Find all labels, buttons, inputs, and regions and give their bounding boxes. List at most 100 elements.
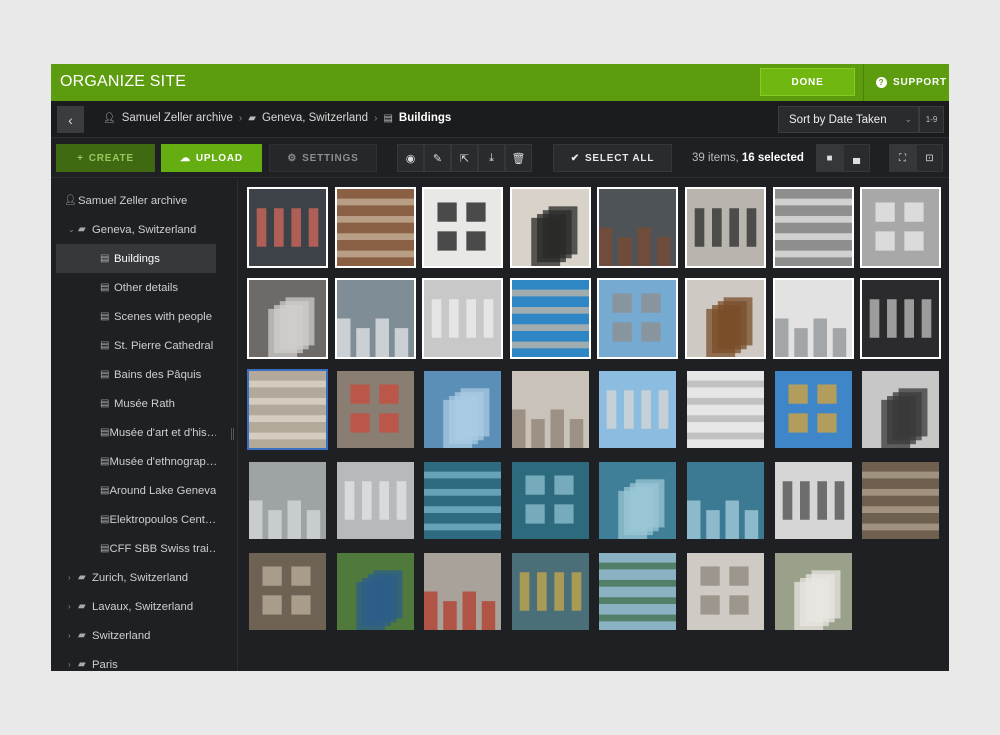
photo-thumbnail[interactable]	[597, 460, 679, 541]
sidebar-resize-handle[interactable]	[231, 428, 234, 440]
breadcrumb-item-geneva[interactable]: Geneva, Switzerland	[262, 112, 368, 124]
sidebar-item[interactable]: ▤ Scenes with people	[56, 302, 216, 331]
photo-thumbnail[interactable]	[685, 369, 766, 450]
photo-thumbnail[interactable]	[334, 551, 416, 632]
photo-thumbnail[interactable]	[422, 278, 504, 359]
sidebar-item[interactable]: ▤ Around Lake Geneva	[56, 476, 216, 505]
photo-thumbnail[interactable]	[597, 551, 679, 632]
sidebar-item[interactable]: ▤ Other details	[56, 273, 216, 302]
sidebar-item[interactable]: ▤ Bains des Pâquis	[56, 360, 216, 389]
photo-thumbnail[interactable]	[685, 278, 766, 359]
photo-thumbnail[interactable]	[422, 551, 504, 632]
photo-image	[599, 553, 677, 630]
photo-image	[249, 189, 326, 266]
photo-thumbnail[interactable]	[860, 278, 942, 359]
folder-icon: ▰	[78, 659, 86, 670]
gallery-icon: ▤	[383, 112, 393, 124]
photo-thumbnail[interactable]	[772, 551, 854, 632]
gallery-icon: ▤	[100, 543, 110, 554]
sidebar-item-label: Scenes with people	[114, 310, 212, 323]
done-button[interactable]: DONE	[760, 68, 855, 96]
settings-label: SETTINGS	[302, 152, 359, 164]
photo-thumbnail[interactable]	[509, 187, 591, 268]
chevron-down-icon[interactable]: ⌄	[68, 225, 78, 234]
photo-image	[424, 462, 502, 539]
photo-thumbnail[interactable]	[860, 187, 942, 268]
view-list-button[interactable]: ▄	[843, 144, 870, 172]
sort-select[interactable]: Sort by Date Taken ⌄	[778, 106, 919, 133]
edit-button[interactable]: ✎	[424, 144, 451, 172]
sidebar-item[interactable]: ▤ Elektropoulos Cent…	[56, 505, 216, 534]
photo-thumbnail[interactable]	[509, 460, 591, 541]
photo-thumbnail[interactable]	[247, 551, 328, 632]
photo-thumbnail[interactable]	[334, 460, 416, 541]
page-range[interactable]: 1-9	[919, 106, 944, 133]
sidebar-item-label: Elektropoulos Cent…	[109, 513, 216, 526]
sidebar-item[interactable]: ▤ Buildings	[56, 244, 216, 273]
photo-thumbnail[interactable]	[247, 187, 328, 268]
move-button[interactable]: ⇱	[451, 144, 478, 172]
photo-thumbnail[interactable]	[860, 460, 942, 541]
photo-thumbnail[interactable]	[772, 369, 854, 450]
visibility-button[interactable]: ◉	[397, 144, 424, 172]
chevron-right-icon[interactable]: ›	[68, 660, 78, 669]
chevron-right-icon[interactable]: ›	[68, 631, 78, 640]
sidebar-item[interactable]: › ▰ Lavaux, Switzerland	[56, 592, 216, 621]
photo-thumbnail[interactable]	[597, 187, 679, 268]
photo-thumbnail[interactable]	[597, 278, 679, 359]
create-label: CREATE	[88, 152, 134, 164]
photo-thumbnail[interactable]	[772, 278, 854, 359]
sidebar-item[interactable]: ▤ St. Pierre Cathedral	[56, 331, 216, 360]
upload-button[interactable]: ☁ UPLOAD	[161, 144, 262, 172]
sidebar-item[interactable]: › ▰ Zurich, Switzerland	[56, 563, 216, 592]
photo-thumbnail[interactable]	[509, 278, 591, 359]
view-grid-button[interactable]: ■	[816, 144, 843, 172]
sidebar-item[interactable]: ▤ Musée Rath	[56, 389, 216, 418]
photo-thumbnail[interactable]	[597, 369, 679, 450]
sidebar-item[interactable]: ▤ Musée d'ethnograp…	[56, 447, 216, 476]
photo-thumbnail[interactable]	[422, 187, 504, 268]
sidebar-item[interactable]: › ▰ Switzerland	[56, 621, 216, 650]
sidebar-item[interactable]: ▤ CFF SBB Swiss trai…	[56, 534, 216, 563]
photo-thumbnail[interactable]	[685, 187, 766, 268]
photo-image	[687, 371, 764, 448]
photo-thumbnail[interactable]	[247, 278, 328, 359]
photo-thumbnail[interactable]	[247, 369, 328, 450]
create-button[interactable]: + CREATE	[56, 144, 155, 172]
chevron-right-icon: ›	[374, 112, 378, 124]
photo-thumbnail[interactable]	[334, 369, 416, 450]
zoom-in-button[interactable]: ⛶	[889, 144, 916, 172]
sidebar-item[interactable]: ▤ Musée d'art et d'his…	[56, 418, 216, 447]
sidebar-item[interactable]: 👤︎ Samuel Zeller archive	[56, 186, 216, 215]
sidebar-item-label: Lavaux, Switzerland	[92, 600, 194, 613]
breadcrumb-item-archive[interactable]: Samuel Zeller archive	[122, 112, 233, 124]
select-all-button[interactable]: ✔ SELECT ALL	[553, 144, 672, 172]
wrench-icon: ✎	[432, 152, 443, 165]
photo-thumbnail[interactable]	[685, 460, 766, 541]
photo-thumbnail[interactable]	[247, 460, 328, 541]
chevron-right-icon[interactable]: ›	[68, 573, 78, 582]
chevron-right-icon[interactable]: ›	[68, 602, 78, 611]
folder-icon: ▰	[78, 601, 86, 612]
photo-thumbnail[interactable]	[422, 369, 504, 450]
photo-thumbnail[interactable]	[860, 369, 942, 450]
photo-thumbnail[interactable]	[422, 460, 504, 541]
sidebar-item[interactable]: ⌄ ▰ Geneva, Switzerland	[56, 215, 216, 244]
download-button[interactable]: ⤓	[478, 144, 505, 172]
support-button[interactable]: ? SUPPORT	[863, 64, 949, 101]
photo-image	[336, 280, 414, 357]
settings-button[interactable]: ⚙ SETTINGS	[269, 144, 377, 172]
photo-thumbnail[interactable]	[772, 460, 854, 541]
sidebar-item[interactable]: › ▰ Paris	[56, 650, 216, 671]
delete-button[interactable]: 🗑︎	[505, 144, 532, 172]
photo-thumbnail[interactable]	[509, 369, 591, 450]
app-title: ORGANIZE SITE	[60, 73, 187, 90]
photo-thumbnail[interactable]	[334, 187, 416, 268]
zoom-out-button[interactable]: ⊡	[916, 144, 943, 172]
back-button[interactable]: ‹	[57, 106, 84, 133]
photo-thumbnail[interactable]	[509, 551, 591, 632]
photo-thumbnail[interactable]	[685, 551, 766, 632]
photo-thumbnail[interactable]	[772, 187, 854, 268]
photo-thumbnail[interactable]	[334, 278, 416, 359]
photo-image	[249, 371, 326, 448]
